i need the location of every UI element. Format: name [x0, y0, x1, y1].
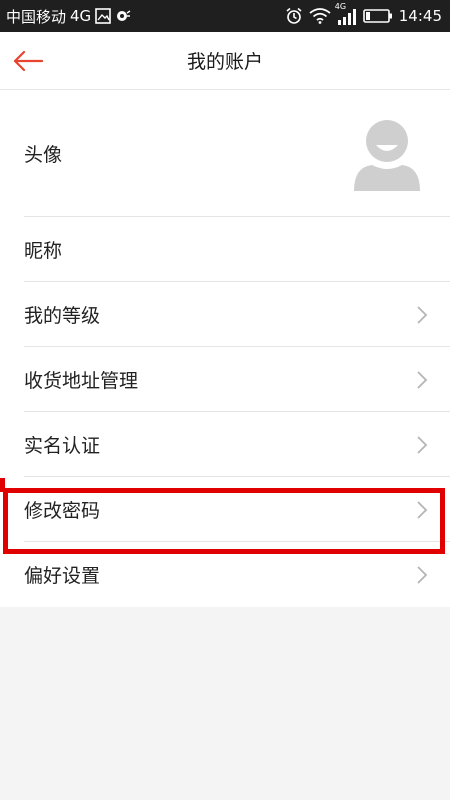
chevron-right-icon — [416, 370, 428, 390]
nickname-row[interactable]: 昵称 — [0, 217, 450, 282]
app-notification-icon — [115, 8, 131, 24]
preferences-label: 偏好设置 — [24, 565, 101, 587]
preferences-row[interactable]: 偏好设置 — [0, 542, 450, 607]
signal-type-label: 4G — [334, 2, 347, 11]
page-title: 我的账户 — [186, 51, 263, 73]
chevron-right-icon — [416, 565, 428, 585]
navigation-bar: 我的账户 — [0, 32, 450, 90]
level-label: 我的等级 — [24, 305, 101, 327]
chevron-right-icon — [416, 435, 428, 455]
chevron-right-icon — [416, 500, 428, 520]
cell-signal-icon: 4G — [335, 2, 357, 25]
highlight-marker — [0, 478, 5, 492]
real-name-verification-row[interactable]: 实名认证 — [0, 412, 450, 477]
level-row[interactable]: 我的等级 — [0, 282, 450, 347]
account-settings-list: 头像 昵称 我的等级 收货地址管理 实名认证 修改密码 偏好设置 — [0, 90, 450, 607]
network-label: 4G — [70, 7, 92, 25]
image-icon — [95, 8, 111, 24]
back-button[interactable] — [8, 42, 48, 80]
change-password-label: 修改密码 — [24, 500, 101, 522]
clock-label: 14:45 — [398, 7, 442, 25]
wifi-icon — [309, 8, 331, 24]
carrier-label: 中国移动 — [6, 7, 67, 26]
chevron-right-icon — [416, 305, 428, 325]
avatar-row[interactable]: 头像 — [0, 90, 450, 217]
avatar-label: 头像 — [24, 144, 63, 166]
alarm-icon — [285, 7, 303, 25]
status-bar: 中国移动 4G 4G 14:45 — [0, 0, 450, 32]
battery-icon — [362, 8, 393, 24]
real-name-verification-label: 实名认证 — [24, 435, 101, 457]
arrow-left-icon — [13, 50, 44, 72]
address-management-row[interactable]: 收货地址管理 — [0, 347, 450, 412]
nickname-label: 昵称 — [24, 240, 63, 262]
avatar[interactable] — [354, 117, 420, 191]
address-management-label: 收货地址管理 — [24, 370, 139, 392]
change-password-row[interactable]: 修改密码 — [0, 477, 450, 542]
